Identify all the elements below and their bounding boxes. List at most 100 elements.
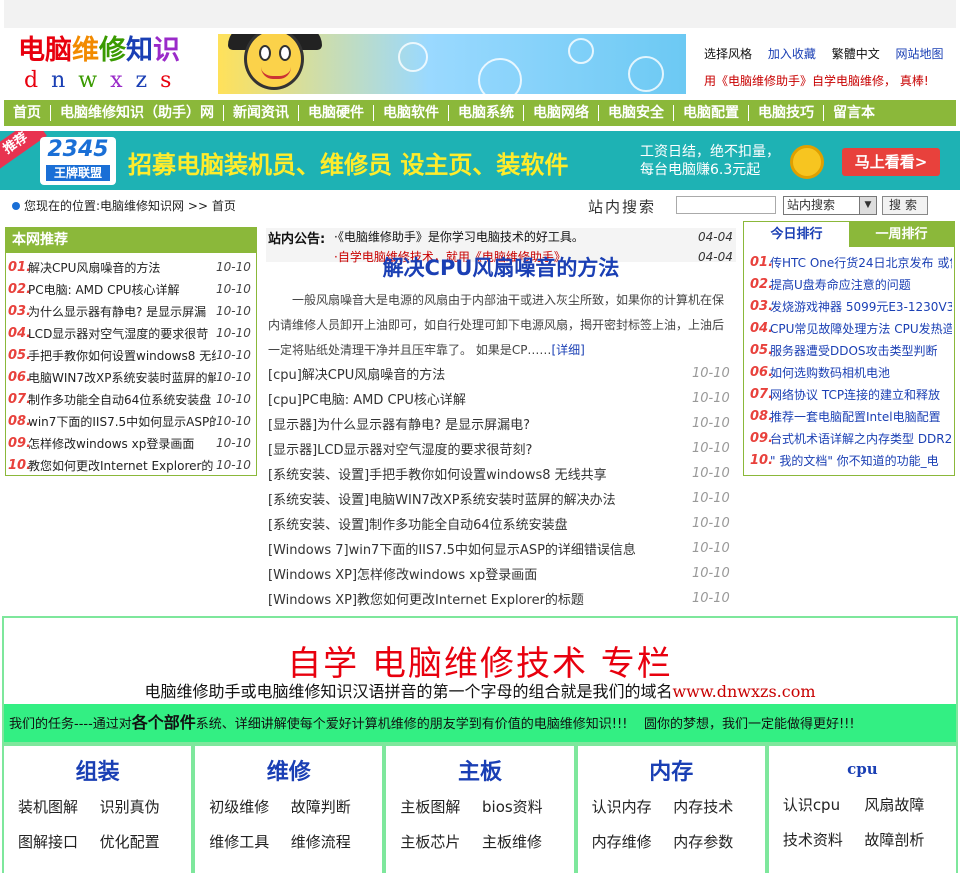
item-title[interactable]: 教您如何更改Internet Explorer的 xyxy=(28,457,216,474)
nav-item-guestbook[interactable]: 留言本 xyxy=(824,105,884,121)
list-item[interactable]: 03. 为什么显示器有静电? 是显示屏漏 10-10 xyxy=(6,300,256,322)
category-title[interactable]: 维修 xyxy=(195,754,382,786)
list-item[interactable]: 08. win7下面的IIS7.5中如何显示ASP的 10-10 xyxy=(6,410,256,432)
article-row[interactable]: [系统安装、设置]电脑WIN7改XP系统安装时蓝屏的解决办法 10-10 xyxy=(268,486,734,511)
article-row[interactable]: [显示器]LCD显示器对空气湿度的要求很苛刻? 10-10 xyxy=(268,436,734,461)
nav-item-system[interactable]: 电脑系统 xyxy=(449,105,524,121)
item-title[interactable]: CPU常见故障处理方法 CPU发热造 xyxy=(770,320,952,337)
nav-item-home[interactable]: 首页 xyxy=(4,105,51,121)
list-item[interactable]: 04. CPU常见故障处理方法 CPU发热造 xyxy=(744,317,954,339)
category-title[interactable]: 组装 xyxy=(4,754,191,786)
nav-item-hardware[interactable]: 电脑硬件 xyxy=(299,105,374,121)
search-input[interactable] xyxy=(676,196,776,214)
list-item[interactable]: 02. PC电脑: AMD CPU核心详解 10-10 xyxy=(6,278,256,300)
category-link[interactable]: 故障判断 xyxy=(291,796,373,817)
item-title[interactable]: PC电脑: AMD CPU核心详解 xyxy=(28,281,216,298)
article-title[interactable]: [系统安装、设置]手把手教你如何设置windows8 无线共享 xyxy=(268,464,692,483)
article-row[interactable]: [Windows XP]怎样修改windows xp登录画面 10-10 xyxy=(268,561,734,586)
article-row[interactable]: [cpu]解决CPU风扇噪音的方法 10-10 xyxy=(268,361,734,386)
choose-style-link[interactable]: 选择风格 xyxy=(704,47,752,61)
category-link[interactable]: 内存技术 xyxy=(673,796,755,817)
list-item[interactable]: 05. 手把手教你如何设置windows8 无线 10-10 xyxy=(6,344,256,366)
category-link[interactable]: 内存维修 xyxy=(592,831,674,852)
category-link[interactable]: 识别真伪 xyxy=(100,796,182,817)
item-title[interactable]: 网络协议 TCP连接的建立和释放 xyxy=(770,386,952,403)
category-link[interactable]: 认识cpu xyxy=(783,794,865,815)
list-item[interactable]: 04. LCD显示器对空气湿度的要求很苛 10-10 xyxy=(6,322,256,344)
breadcrumb-site-link[interactable]: 电脑维修知识网 xyxy=(100,199,184,213)
category-link[interactable]: 图解接口 xyxy=(18,831,100,852)
category-link[interactable]: 技术资料 xyxy=(783,829,865,850)
category-link[interactable]: 主板图解 xyxy=(400,796,482,817)
list-item[interactable]: 07. 制作多功能全自动64位系统安装盘 10-10 xyxy=(6,388,256,410)
feature-title[interactable]: 解决CPU风扇噪音的方法 xyxy=(266,252,736,282)
nav-item-software[interactable]: 电脑软件 xyxy=(374,105,449,121)
search-button[interactable]: 搜索 xyxy=(882,196,928,215)
item-title[interactable]: 服务器遭受DDOS攻击类型判断 xyxy=(770,342,952,359)
item-title[interactable]: 解决CPU风扇噪音的方法 xyxy=(28,259,216,276)
ad-banner[interactable]: 推荐 2345 王牌联盟 招募电脑装机员、维修员 设主页、装软件 工资日结，绝不… xyxy=(0,131,960,190)
item-title[interactable]: " 我的文档" 你不知道的功能_电 xyxy=(770,452,952,469)
category-link[interactable]: 装机图解 xyxy=(18,796,100,817)
item-title[interactable]: win7下面的IIS7.5中如何显示ASP的 xyxy=(28,413,216,430)
site-logo[interactable]: 电脑维修知识 dnwxzs xyxy=(18,34,198,98)
list-item[interactable]: 10. " 我的文档" 你不知道的功能_电 xyxy=(744,449,954,471)
list-item[interactable]: 01. 解决CPU风扇噪音的方法 10-10 xyxy=(6,256,256,278)
list-item[interactable]: 01. 传HTC One行货24日北京发布 或售 xyxy=(744,251,954,273)
list-item[interactable]: 08. 推荐一套电脑配置Intel电脑配置 xyxy=(744,405,954,427)
site-map-link[interactable]: 网站地图 xyxy=(896,47,944,61)
list-item[interactable]: 03. 发烧游戏神器 5099元E3-1230V3/G xyxy=(744,295,954,317)
category-link[interactable]: 主板芯片 xyxy=(400,831,482,852)
article-title[interactable]: [Windows XP]教您如何更改Internet Explorer的标题 xyxy=(268,589,692,608)
category-link[interactable]: 维修工具 xyxy=(209,831,291,852)
item-title[interactable]: 台式机术语详解之内存类型 DDR2 xyxy=(770,430,952,447)
breadcrumb-current[interactable]: 首页 xyxy=(212,199,236,213)
feature-more-link[interactable]: [详细] xyxy=(551,343,584,357)
category-link[interactable]: 初级维修 xyxy=(209,796,291,817)
article-title[interactable]: [Windows 7]win7下面的IIS7.5中如何显示ASP的详细错误信息 xyxy=(268,539,692,558)
category-title[interactable]: 主板 xyxy=(386,754,573,786)
category-link[interactable]: 主板维修 xyxy=(482,831,564,852)
nav-item-config[interactable]: 电脑配置 xyxy=(674,105,749,121)
tab-week[interactable]: 一周排行 xyxy=(849,222,954,247)
list-item[interactable]: 02. 提高U盘寿命应注意的问题 xyxy=(744,273,954,295)
list-item[interactable]: 06. 如何选购数码相机电池 xyxy=(744,361,954,383)
search-scope-select[interactable]: 站内搜索 ▼ xyxy=(783,196,877,215)
ad-cta-button[interactable]: 马上看看> xyxy=(842,148,940,176)
item-title[interactable]: 如何选购数码相机电池 xyxy=(770,364,952,381)
item-title[interactable]: 手把手教你如何设置windows8 无线 xyxy=(28,347,216,364)
article-row[interactable]: [系统安装、设置]手把手教你如何设置windows8 无线共享 10-10 xyxy=(268,461,734,486)
article-title[interactable]: [系统安装、设置]电脑WIN7改XP系统安装时蓝屏的解决办法 xyxy=(268,489,692,508)
article-title[interactable]: [Windows XP]怎样修改windows xp登录画面 xyxy=(268,564,692,583)
category-link[interactable]: 认识内存 xyxy=(592,796,674,817)
article-title[interactable]: [显示器]LCD显示器对空气湿度的要求很苛刻? xyxy=(268,439,692,458)
article-title[interactable]: [显示器]为什么显示器有静电? 是显示屏漏电? xyxy=(268,414,692,433)
article-row[interactable]: [Windows 7]win7下面的IIS7.5中如何显示ASP的详细错误信息 1… xyxy=(268,536,734,561)
category-link[interactable]: 优化配置 xyxy=(100,831,182,852)
header-banner-image[interactable] xyxy=(218,34,686,94)
article-row[interactable]: [Windows XP]教您如何更改Internet Explorer的标题 10… xyxy=(268,586,734,611)
item-title[interactable]: 发烧游戏神器 5099元E3-1230V3/G xyxy=(770,298,952,315)
list-item[interactable]: 06. 电脑WIN7改XP系统安装时蓝屏的解 10-10 xyxy=(6,366,256,388)
tab-today[interactable]: 今日排行 xyxy=(744,222,849,247)
list-item[interactable]: 07. 网络协议 TCP连接的建立和释放 xyxy=(744,383,954,405)
nav-item-network[interactable]: 电脑网络 xyxy=(524,105,599,121)
category-link[interactable]: bios资料 xyxy=(482,796,564,817)
category-title[interactable]: 内存 xyxy=(578,754,765,786)
item-title[interactable]: 电脑WIN7改XP系统安装时蓝屏的解 xyxy=(28,369,216,386)
item-title[interactable]: 提高U盘寿命应注意的问题 xyxy=(770,276,952,293)
list-item[interactable]: 09. 台式机术语详解之内存类型 DDR2 xyxy=(744,427,954,449)
nav-item-security[interactable]: 电脑安全 xyxy=(599,105,674,121)
category-link[interactable]: 内存参数 xyxy=(673,831,755,852)
list-item[interactable]: 10. 教您如何更改Internet Explorer的 10-10 xyxy=(6,454,256,476)
nav-item-tips[interactable]: 电脑技巧 xyxy=(749,105,824,121)
category-link[interactable]: 风扇故障 xyxy=(864,794,946,815)
nav-item-knowledge[interactable]: 电脑维修知识（助手）网 xyxy=(51,105,224,121)
article-title[interactable]: [系统安装、设置]制作多功能全自动64位系统安装盘 xyxy=(268,514,692,533)
category-title[interactable]: cpu xyxy=(769,760,956,778)
article-row[interactable]: [cpu]PC电脑: AMD CPU核心详解 10-10 xyxy=(268,386,734,411)
header-slogan[interactable]: 用《电脑维修助手》自学电脑维修， 真棒! xyxy=(704,72,929,89)
item-title[interactable]: 传HTC One行货24日北京发布 或售 xyxy=(770,254,952,271)
traditional-chinese-link[interactable]: 繁體中文 xyxy=(832,47,880,61)
column-domain[interactable]: www.dnwxzs.com xyxy=(672,682,815,701)
